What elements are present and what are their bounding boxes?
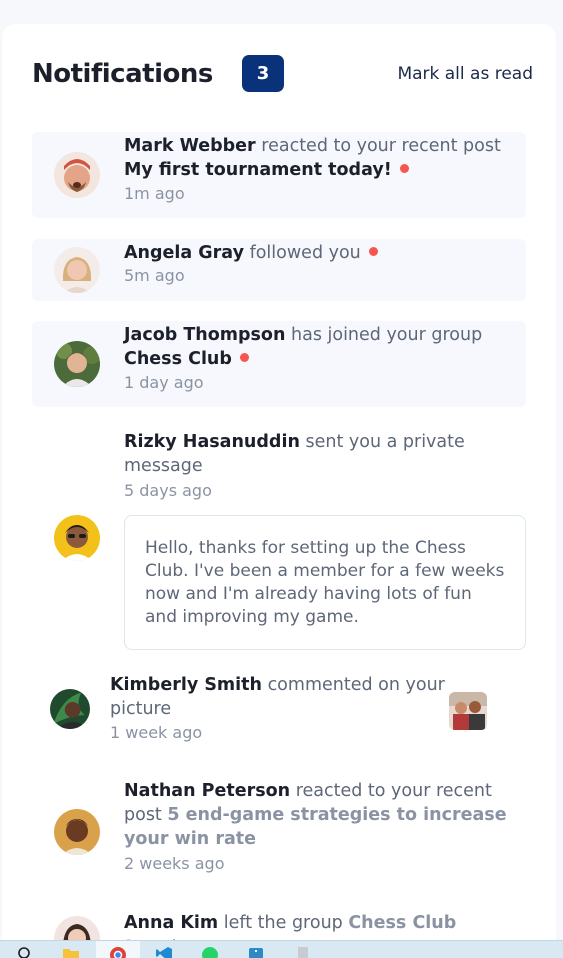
user-name-link[interactable]: Kimberly Smith [110, 675, 262, 695]
chrome-icon[interactable] [109, 945, 127, 958]
whatsapp-icon[interactable] [201, 945, 219, 958]
post-link[interactable]: 5 end-game strategies to increase your w… [124, 805, 507, 849]
notification-time: 2 weeks ago [124, 854, 225, 873]
avatar-nathan-peterson[interactable] [54, 809, 100, 855]
private-message-preview[interactable]: Hello, thanks for setting up the Chess C… [124, 515, 526, 650]
notifications-header: Notifications 3 Mark all as read [32, 54, 533, 94]
avatar-angela-gray[interactable] [54, 247, 100, 293]
commented-picture-thumbnail[interactable] [449, 692, 487, 730]
app-icon[interactable] [247, 945, 265, 958]
notification-action: reacted to your recent post [261, 136, 501, 156]
avatar-mark-webber[interactable] [54, 152, 100, 198]
avatar-kimberly-smith[interactable] [50, 689, 90, 729]
notification-item[interactable]: Mark Webber reacted to your recent post … [32, 132, 526, 218]
user-name-link[interactable]: Jacob Thompson [124, 325, 285, 345]
notification-action: left the group [223, 913, 343, 933]
page-title: Notifications [32, 59, 213, 89]
unread-dot [399, 164, 409, 173]
avatar-jacob-thompson[interactable] [54, 341, 100, 387]
unread-count-badge: 3 [242, 55, 284, 92]
search-icon[interactable] [16, 945, 34, 958]
notification-text: Kimberly Smith commented on your picture [110, 673, 450, 721]
notification-text: Rizky Hasanuddin sent you a private mess… [124, 430, 484, 478]
notification-text: Nathan Peterson reacted to your recent p… [124, 779, 518, 851]
avatar-rizky-hasanuddin[interactable] [54, 515, 100, 561]
unread-dot [239, 353, 249, 362]
notification-text: Jacob Thompson has joined your group Che… [124, 323, 524, 371]
notification-time: 5m ago [124, 266, 185, 285]
notification-item[interactable]: Jacob Thompson has joined your group Che… [32, 321, 526, 407]
user-name-link[interactable]: Rizky Hasanuddin [124, 432, 300, 452]
user-name-link[interactable]: Nathan Peterson [124, 781, 290, 801]
group-link[interactable]: Chess Club [124, 349, 232, 369]
notification-item[interactable]: Angela Gray followed you 5m ago [32, 239, 526, 301]
notification-text: Angela Gray followed you [124, 241, 524, 265]
notification-time: 5 days ago [124, 481, 212, 500]
notification-time: 1 day ago [124, 373, 204, 392]
vscode-icon[interactable] [155, 945, 173, 958]
mark-all-as-read-link[interactable]: Mark all as read [397, 54, 533, 94]
notification-time: 1m ago [124, 184, 185, 203]
user-name-link[interactable]: Mark Webber [124, 136, 256, 156]
notification-action: has joined your group [291, 325, 483, 345]
file-explorer-icon[interactable] [62, 945, 80, 958]
post-link[interactable]: My first tournament today! [124, 160, 392, 180]
group-link[interactable]: Chess Club [348, 913, 456, 933]
notification-time: 1 week ago [110, 723, 203, 742]
user-name-link[interactable]: Angela Gray [124, 243, 244, 263]
notification-text: Anna Kim left the group Chess Club [124, 911, 524, 935]
notification-item[interactable]: Nathan Peterson reacted to your recent p… [32, 778, 526, 878]
user-name-link[interactable]: Anna Kim [124, 913, 218, 933]
taskbar [0, 940, 563, 958]
notification-text: Mark Webber reacted to your recent post … [124, 134, 524, 182]
notification-action: followed you [249, 243, 361, 263]
unread-dot [368, 247, 378, 256]
file-icon[interactable] [294, 945, 312, 958]
